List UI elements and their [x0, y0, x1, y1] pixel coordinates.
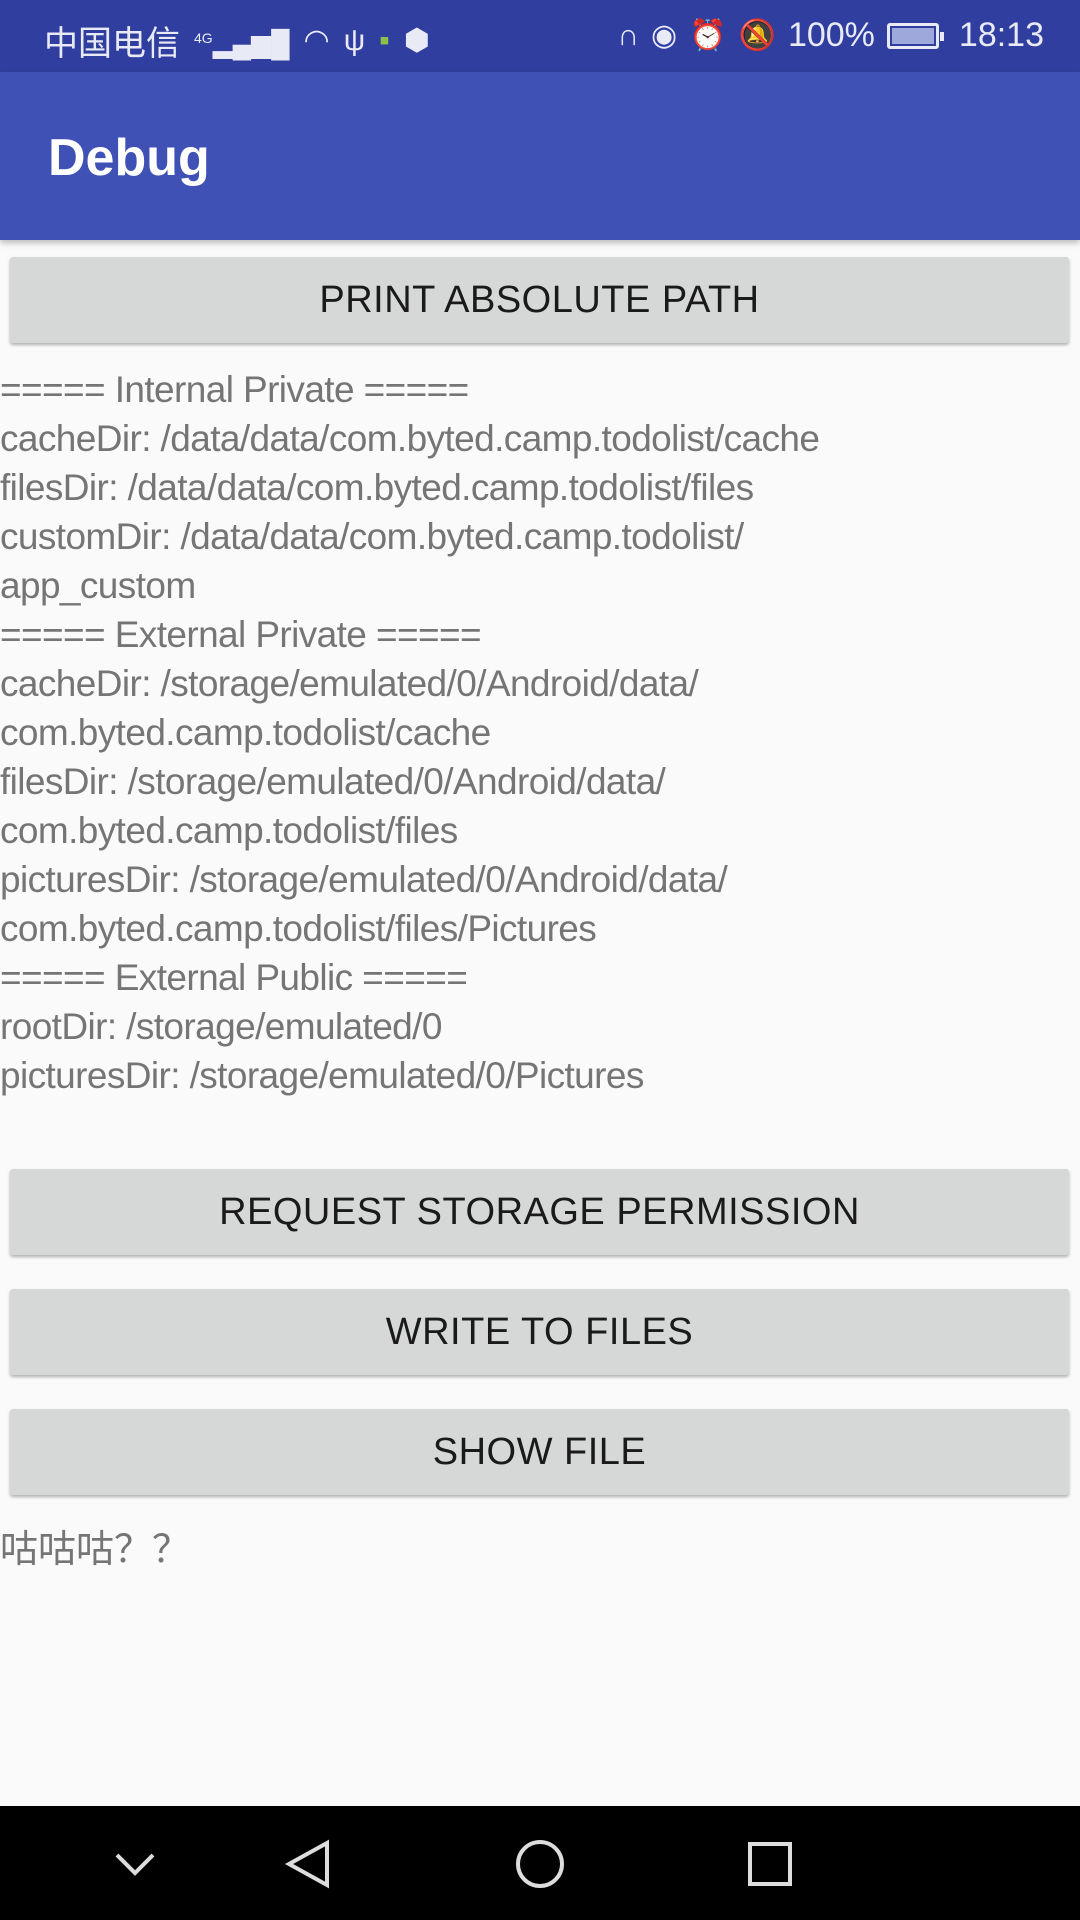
notification-app-icon: ▪ [379, 23, 390, 57]
battery-level [891, 27, 934, 44]
back-icon[interactable] [278, 1836, 338, 1892]
write-to-files-button[interactable]: WRITE TO FILES [10, 1289, 1069, 1375]
page-title: Debug [48, 129, 210, 187]
path-line: picturesDir: /storage/emulated/0/Picture… [0, 1055, 644, 1096]
path-line: ===== Internal Private ===== [0, 369, 469, 410]
path-line: filesDir: /storage/emulated/0/Android/da… [0, 761, 666, 802]
battery-percent: 100% [787, 16, 875, 54]
paths-output: ===== Internal Private ===== cacheDir: /d… [0, 365, 820, 1100]
path-line: picturesDir: /storage/emulated/0/Android… [0, 859, 728, 900]
navigation-bar [0, 1806, 1080, 1920]
home-icon[interactable] [510, 1836, 570, 1892]
path-line: cacheDir: /storage/emulated/0/Android/da… [0, 663, 699, 704]
path-line: ===== External Private ===== [0, 614, 482, 655]
alarm-icon: ⏰ [689, 18, 727, 52]
print-absolute-path-button[interactable]: PRINT ABSOLUTE PATH [10, 257, 1069, 343]
path-line: rootDir: /storage/emulated/0 [0, 1006, 442, 1047]
headset-icon: ∩ [617, 18, 640, 52]
path-line: customDir: /data/data/com.byted.camp.tod… [0, 516, 744, 557]
path-line: cacheDir: /data/data/com.byted.camp.todo… [0, 418, 820, 459]
path-line: app_custom [0, 565, 196, 606]
usb-icon: ψ [343, 23, 366, 57]
file-content-text: 咕咕咕？？ [0, 1529, 191, 1571]
path-line: filesDir: /data/data/com.byted.camp.todo… [0, 467, 754, 508]
status-bar: 中国电信 4G▂▄▆█ ◠ ψ ▪ ⬢ ∩ ◉ ⏰ 🔕 100% 18:13 [0, 0, 1080, 72]
clock: 18:13 [958, 16, 1044, 54]
bell-off-icon: 🔕 [738, 18, 776, 52]
show-file-button[interactable]: SHOW FILE [10, 1409, 1069, 1495]
path-line: com.byted.camp.todolist/cache [0, 712, 491, 753]
path-line: ===== External Public ===== [0, 957, 468, 998]
path-line: com.byted.camp.todolist/files/Pictures [0, 908, 597, 949]
wifi-icon: ◠ [303, 23, 330, 57]
app-bar: Debug [0, 72, 1080, 240]
request-storage-permission-button[interactable]: REQUEST STORAGE PERMISSION [10, 1169, 1069, 1255]
signal-icon: 4G▂▄▆█ [194, 28, 290, 59]
eye-icon: ◉ [651, 18, 678, 52]
recents-icon[interactable] [740, 1836, 800, 1892]
carrier-label: 中国电信 [44, 25, 180, 63]
path-line: com.byted.camp.todolist/files [0, 810, 458, 851]
battery-charging-icon [886, 22, 944, 49]
collapse-icon[interactable] [105, 1836, 165, 1892]
stop-hand-icon: ⬢ [403, 23, 430, 57]
